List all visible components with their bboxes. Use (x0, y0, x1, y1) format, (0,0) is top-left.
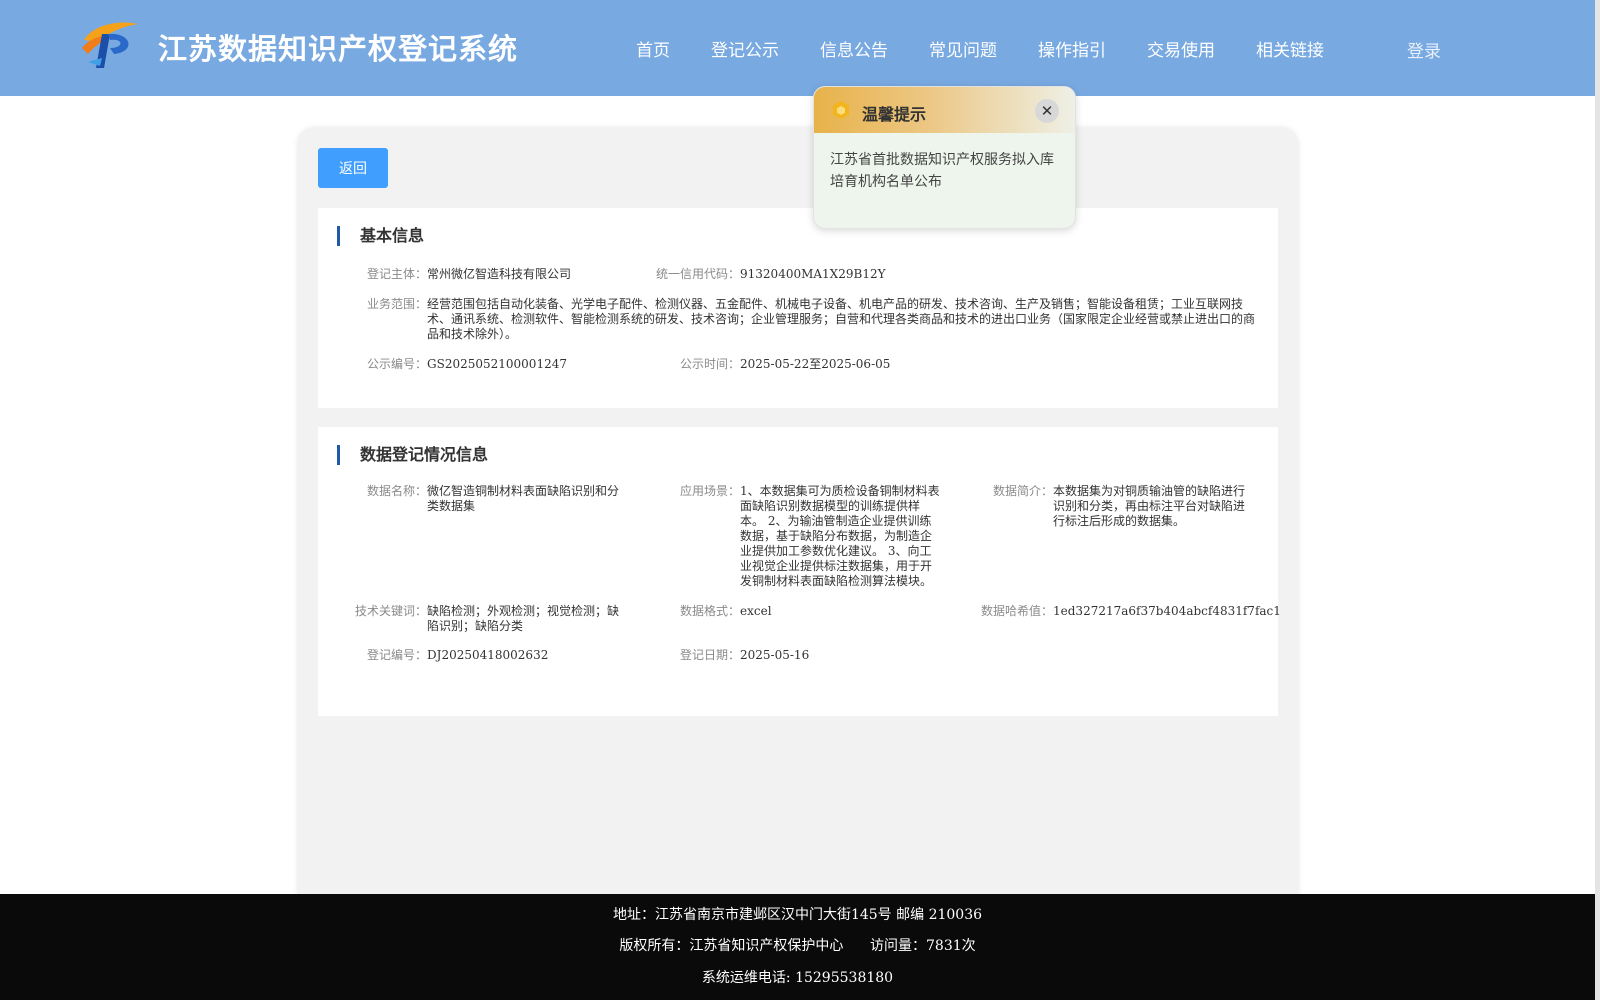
nav-home[interactable]: 首页 (636, 36, 670, 61)
field-value: GS2025052100001247 (427, 357, 567, 371)
field-label: 业务范围： (367, 297, 428, 311)
data-registration-section: 数据登记情况信息 数据名称： 微亿智造铜制材料表面缺陷识别和分类数据集 应用场景… (318, 427, 1281, 716)
field-value: 1ed327217a6f37b404abcf4831f7fac1 (1053, 604, 1281, 618)
field-value: 91320400MA1X29B12Y (740, 267, 886, 281)
data-hash-field: 数据哈希值： 1ed327217a6f37b404abcf4831f7fac1 (981, 604, 1281, 619)
business-scope-field: 业务范围： 经营范围包括自动化装备、光学电子配件、检测仪器、五金配件、机械电子设… (367, 297, 1259, 342)
main-nav: 首页 登记公示 信息公告 常见问题 操作指引 交易使用 相关链接 (636, 0, 1365, 96)
field-value: 常州微亿智造科技有限公司 (427, 267, 572, 281)
credit-code-field: 统一信用代码： 91320400MA1X29B12Y (656, 267, 886, 282)
site-logo-icon[interactable] (80, 18, 142, 72)
field-label: 数据名称： (367, 484, 428, 498)
field-label: 数据简介： (993, 484, 1054, 498)
popup-header: 温馨提示 ✕ (814, 87, 1075, 133)
field-label: 登记编号： (367, 648, 428, 662)
notice-popup: 温馨提示 ✕ 江苏省首批数据知识产权服务拟入库培育机构名单公布 (813, 86, 1076, 229)
field-value: 经营范围包括自动化装备、光学电子配件、检测仪器、五金配件、机械电子设备、机电产品… (427, 297, 1256, 341)
nav-related-links[interactable]: 相关链接 (1256, 36, 1324, 61)
page-footer: 地址：江苏省南京市建邺区汉中门大街145号 邮编 210036 版权所有：江苏省… (0, 894, 1595, 1000)
keywords-field: 技术关键词： 缺陷检测；外观检测；视觉检测；缺陷识别；缺陷分类 (355, 604, 627, 634)
data-format-field: 数据格式： excel (680, 604, 772, 619)
registration-number-field: 登记编号： DJ20250418002632 (367, 648, 548, 663)
field-label: 公示时间： (680, 357, 741, 371)
section-title: 基本信息 (337, 226, 424, 246)
subject-field: 登记主体： 常州微亿智造科技有限公司 (367, 267, 571, 282)
footer-phone: 系统运维电话: 15295538180 (701, 970, 894, 986)
publicity-time-field: 公示时间： 2025-05-22至2025-06-05 (680, 357, 890, 372)
data-name-field: 数据名称： 微亿智造铜制材料表面缺陷识别和分类数据集 (367, 484, 627, 514)
registration-date-field: 登记日期： 2025-05-16 (680, 648, 809, 663)
nav-trade-use[interactable]: 交易使用 (1147, 36, 1215, 61)
popup-title: 温馨提示 (862, 105, 927, 124)
field-label: 登记主体： (367, 267, 428, 281)
login-link[interactable]: 登录 (1407, 37, 1441, 62)
data-intro-field: 数据简介： 本数据集为对铜质输油管的缺陷进行识别和分类，再由标注平台对缺陷进行标… (993, 484, 1255, 529)
field-value: 2025-05-22至2025-06-05 (740, 357, 891, 371)
detail-card: 返回 基本信息 登记主体： 常州微亿智造科技有限公司 统一信用代码： 91320… (297, 127, 1299, 907)
field-value: 缺陷检测；外观检测；视觉检测；缺陷识别；缺陷分类 (427, 604, 620, 633)
publicity-number-field: 公示编号： GS2025052100001247 (367, 357, 567, 372)
nav-guide[interactable]: 操作指引 (1038, 36, 1106, 61)
field-label: 数据哈希值： (981, 604, 1054, 618)
field-value: excel (740, 604, 772, 618)
basic-info-section: 基本信息 登记主体： 常州微亿智造科技有限公司 统一信用代码： 91320400… (318, 208, 1278, 408)
field-value: DJ20250418002632 (427, 648, 549, 662)
notice-hexagon-icon (833, 101, 849, 119)
top-header: 江苏数据知识产权登记系统 首页 登记公示 信息公告 常见问题 操作指引 交易使用… (0, 0, 1595, 96)
application-scenario-field: 应用场景： 1、本数据集可为质检设备铜制材料表面缺陷识别数据模型的训练提供样本。… (680, 484, 942, 589)
field-value: 1、本数据集可为质检设备铜制材料表面缺陷识别数据模型的训练提供样本。 2、为输油… (740, 484, 940, 588)
field-label: 数据格式： (680, 604, 741, 618)
field-label: 统一信用代码： (656, 267, 741, 281)
field-label: 应用场景： (680, 484, 741, 498)
field-label: 登记日期： (680, 648, 741, 662)
nav-announcements[interactable]: 信息公告 (820, 36, 888, 61)
field-label: 技术关键词： (355, 604, 428, 618)
field-value: 微亿智造铜制材料表面缺陷识别和分类数据集 (427, 484, 620, 513)
popup-message-link[interactable]: 江苏省首批数据知识产权服务拟入库培育机构名单公布 (814, 133, 1075, 209)
field-value: 本数据集为对铜质输油管的缺陷进行识别和分类，再由标注平台对缺陷进行标注后形成的数… (1053, 484, 1246, 528)
site-title: 江苏数据知识产权登记系统 (158, 32, 519, 66)
nav-registration-publicity[interactable]: 登记公示 (711, 36, 779, 61)
vertical-scrollbar[interactable] (1595, 0, 1600, 1000)
close-icon[interactable]: ✕ (1035, 99, 1059, 123)
field-value: 2025-05-16 (740, 648, 810, 662)
footer-address: 地址：江苏省南京市建邺区汉中门大街145号 邮编 210036 (612, 907, 983, 923)
section-title: 数据登记情况信息 (337, 445, 488, 465)
back-button[interactable]: 返回 (318, 148, 388, 188)
footer-copyright: 版权所有：江苏省知识产权保护中心 访问量：7831次 (619, 938, 976, 954)
nav-faq[interactable]: 常见问题 (929, 36, 997, 61)
field-label: 公示编号： (367, 357, 428, 371)
